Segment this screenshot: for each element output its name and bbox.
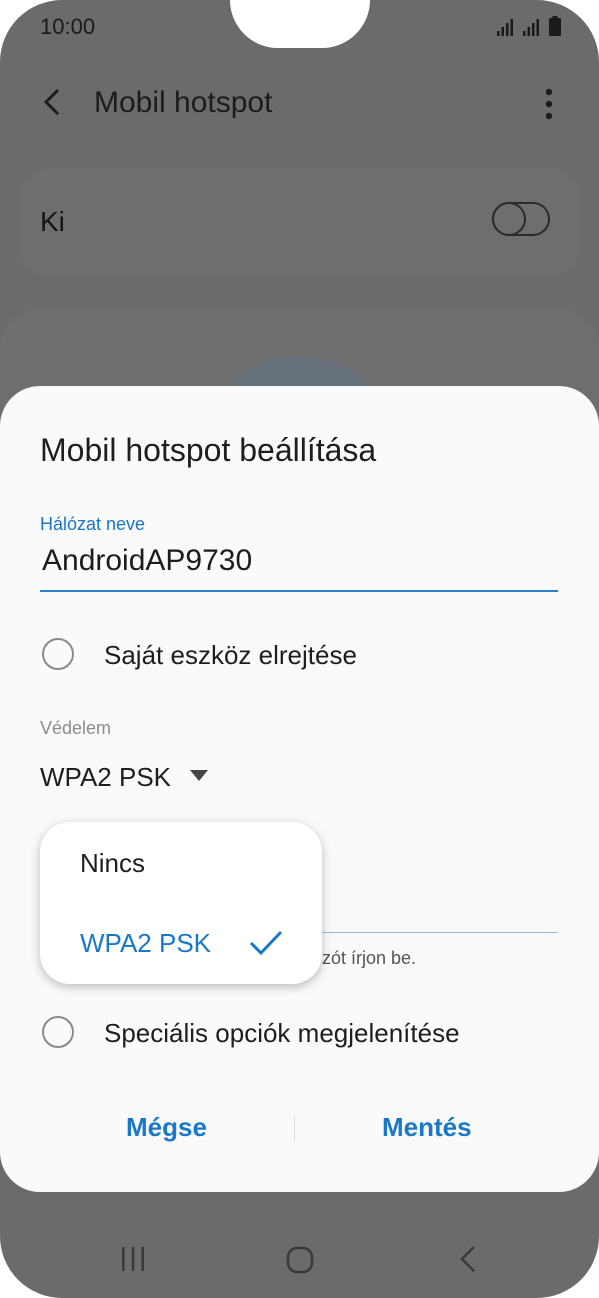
special-options-checkbox[interactable] (42, 1016, 74, 1048)
back-icon[interactable] (456, 1244, 480, 1274)
navigation-bar (0, 1222, 599, 1298)
password-underline (300, 932, 558, 933)
home-icon[interactable] (286, 1246, 314, 1274)
app-bar: Mobil hotspot (0, 68, 599, 138)
hotspot-toggle-card[interactable]: Ki (18, 168, 581, 276)
save-button[interactable]: Mentés (382, 1112, 472, 1143)
network-name-input[interactable]: AndroidAP9730 (42, 544, 252, 578)
password-hint-end: zót írjon be. (322, 948, 417, 968)
special-options-label[interactable]: Speciális opciók megjelenítése (104, 1018, 460, 1049)
security-select[interactable]: WPA2 PSK (40, 762, 171, 793)
signal-icon (497, 19, 513, 36)
more-vertical-icon[interactable] (543, 84, 555, 124)
security-option-wpa2[interactable]: WPA2 PSK (80, 928, 211, 959)
security-label: Védelem (40, 718, 112, 738)
network-name-label: Hálózat neve (40, 514, 146, 534)
button-divider (294, 1116, 295, 1142)
security-dropdown-menu: Nincs WPA2 PSK (40, 822, 322, 984)
status-bar: 10:00 (0, 0, 599, 60)
caret-down-icon[interactable] (190, 770, 208, 781)
system-icons (497, 16, 561, 36)
hotspot-switch[interactable] (492, 202, 550, 236)
hide-device-checkbox[interactable] (42, 638, 74, 670)
cancel-button[interactable]: Mégse (126, 1112, 207, 1143)
dialog-title: Mobil hotspot beállítása (40, 432, 377, 468)
status-time: 10:00 (40, 14, 96, 39)
toggle-label: Ki (40, 206, 65, 237)
chevron-left-icon[interactable] (36, 82, 68, 122)
hide-device-label[interactable]: Saját eszköz elrejtése (104, 640, 357, 671)
switch-knob (492, 202, 526, 236)
hotspot-settings-dialog: Mobil hotspot beállítása Hálózat neve An… (0, 386, 599, 1192)
check-icon (249, 930, 283, 956)
phone-screen: 10:00 Mobil hotspot Ki Mobil hotspot beá… (0, 0, 599, 1298)
page-title: Mobil hotspot (94, 86, 273, 119)
security-option-none[interactable]: Nincs (80, 848, 145, 879)
signal-icon (523, 19, 539, 36)
network-name-underline (40, 590, 558, 592)
recent-apps-icon[interactable] (120, 1246, 146, 1272)
battery-icon (549, 16, 561, 36)
